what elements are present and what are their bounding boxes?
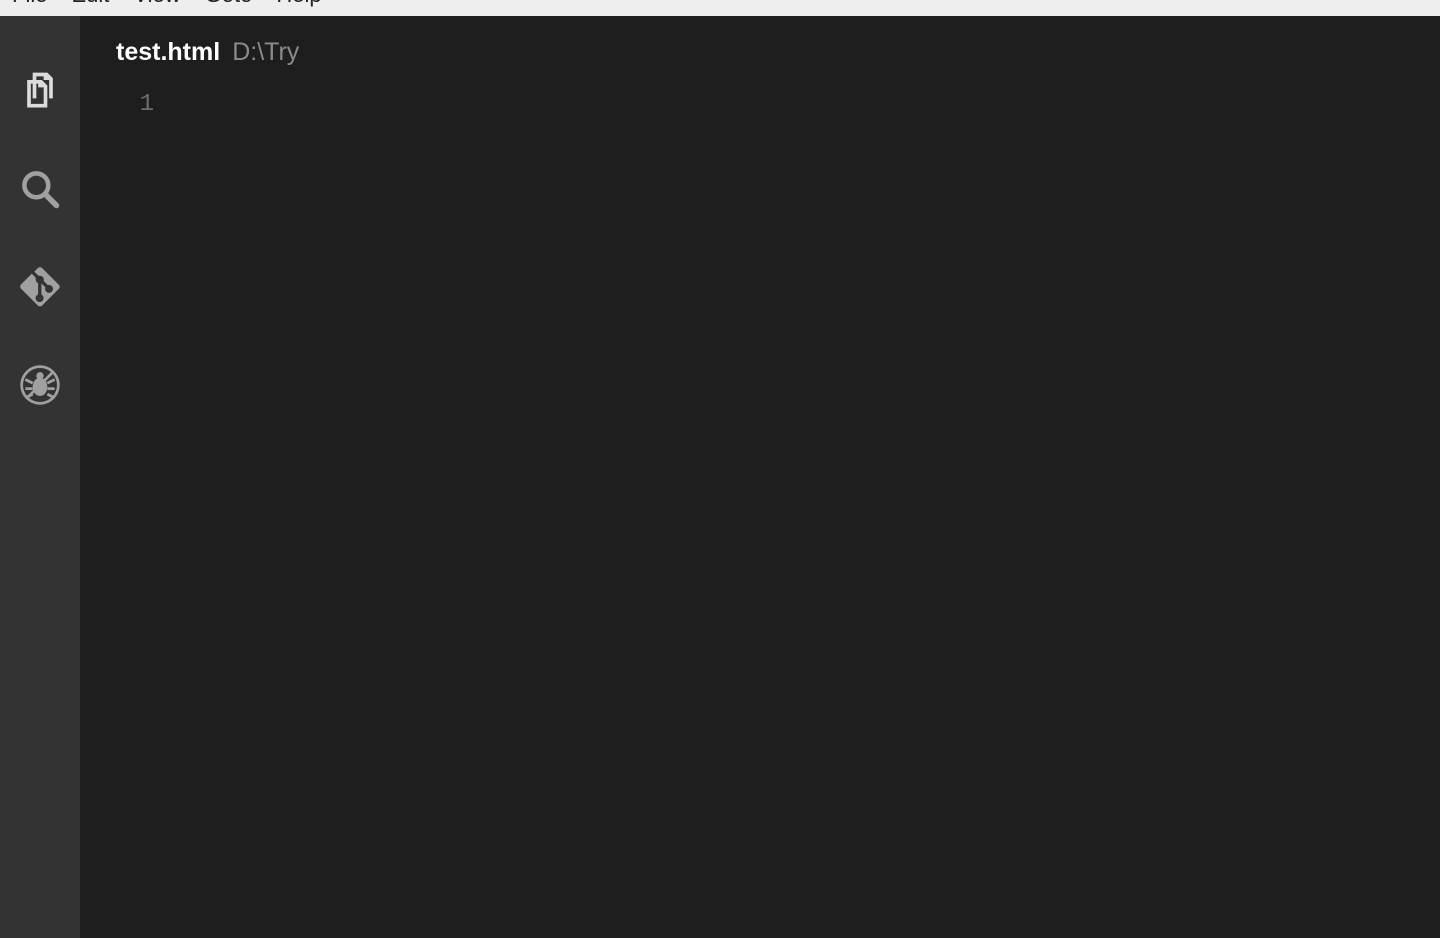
menu-edit[interactable]: Edit [59,0,121,6]
line-number: 1 [80,88,154,122]
line-number-gutter: 1 [80,88,172,938]
menu-goto[interactable]: Goto [193,0,265,6]
activity-search[interactable] [0,142,80,240]
activity-bar [0,16,80,938]
tab-bar: test.html D:\Try [80,16,1440,88]
search-icon [18,167,62,216]
files-icon [18,69,62,118]
editor-area: test.html D:\Try 1 [80,16,1440,938]
debug-icon [18,363,62,412]
activity-explorer[interactable] [0,44,80,142]
menu-file[interactable]: File [0,0,59,6]
menu-help[interactable]: Help [264,0,333,6]
tab-path: D:\Try [232,38,299,67]
activity-debug[interactable] [0,338,80,436]
tab-filename[interactable]: test.html [116,38,220,67]
code-editor[interactable] [172,88,1440,938]
activity-git[interactable] [0,240,80,338]
menu-view[interactable]: View [121,0,192,6]
git-icon [18,265,62,314]
menubar: File Edit View Goto Help [0,0,1440,16]
